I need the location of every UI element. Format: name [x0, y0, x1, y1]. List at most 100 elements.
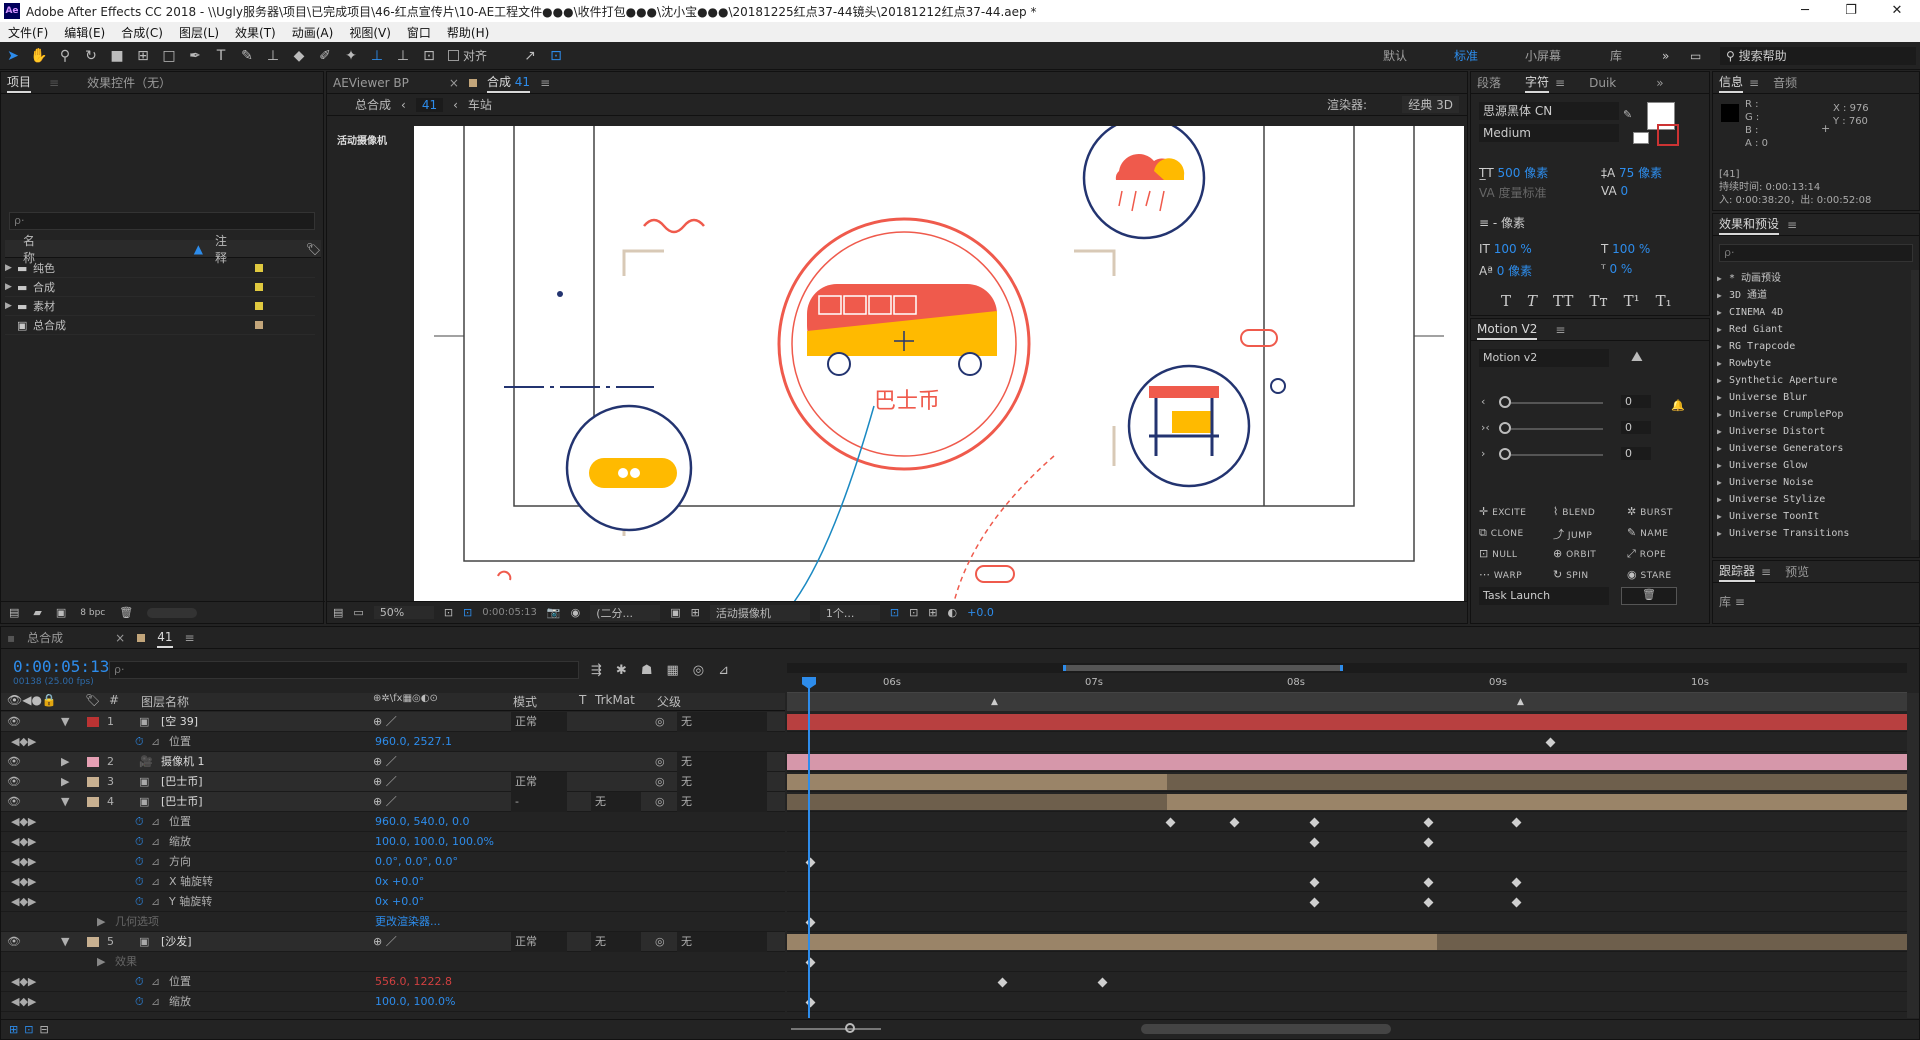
timeline-hscrollbar[interactable]	[1141, 1024, 1391, 1034]
renderer-dropdown[interactable]: 经典 3D	[1402, 96, 1459, 113]
tab-audio[interactable]: 音频	[1773, 74, 1797, 91]
close-tab-icon[interactable]: ×	[449, 76, 459, 90]
pickwhip-icon[interactable]: ◎	[655, 932, 665, 952]
monitor-icon[interactable]: ▭	[353, 606, 363, 619]
property-row[interactable]: ◀◆▶ ⏱ ⊿ X 轴旋转 0x +0.0°	[1, 872, 785, 892]
interpret-footage-icon[interactable]: ▤	[9, 606, 19, 619]
label-swatch[interactable]	[255, 321, 263, 329]
tab-paragraph[interactable]: 段落	[1477, 74, 1501, 91]
effect-category[interactable]: ▶ 3D 通道	[1713, 287, 1913, 304]
menu-item-5[interactable]: 动画(A)	[284, 24, 342, 41]
bell-icon[interactable]: 🔔	[1671, 399, 1685, 412]
in-out-toggle-icon[interactable]: ⊟	[39, 1023, 48, 1036]
layer-name[interactable]: [巴士币]	[161, 772, 203, 792]
track-row[interactable]	[787, 852, 1907, 872]
property-value[interactable]: 0.0°, 0.0°, 0.0°	[375, 852, 458, 872]
superscript-icon[interactable]: T¹	[1624, 292, 1640, 310]
timeline-scrollbar[interactable]	[1907, 693, 1919, 1018]
transparency-grid-icon[interactable]: ⊡	[463, 606, 472, 619]
layer-row[interactable]: 👁 ▼ 5 ▣ [沙发] ⊕ ／ 正常 无 ◎ 无	[1, 932, 785, 952]
keyframe[interactable]	[1229, 817, 1240, 828]
font-style-dropdown[interactable]: Medium	[1479, 124, 1619, 142]
workspace-standard[interactable]: 标准	[1454, 42, 1478, 70]
effect-category[interactable]: ▶ Universe Generators	[1713, 440, 1913, 457]
vertical-scale-value[interactable]: 100 %	[1494, 242, 1532, 256]
task-launch-dropdown[interactable]: Task Launch	[1479, 587, 1609, 605]
visibility-icon[interactable]: 👁	[7, 712, 21, 732]
motion-null-button[interactable]: ⊡ NULL	[1479, 547, 1517, 560]
ease-both-value[interactable]: 0	[1621, 421, 1651, 434]
keyframe[interactable]	[1097, 977, 1108, 988]
hand-tool-icon[interactable]: ✋	[26, 45, 52, 67]
keyframe-navigator-icon[interactable]: ◀◆▶	[11, 852, 36, 872]
shy-switch-icon[interactable]: ⊕ ／	[373, 932, 397, 952]
time-ruler[interactable]: 06s 07s 08s 09s 10s	[787, 675, 1907, 693]
column-parent[interactable]: 父级	[657, 693, 681, 710]
tab-composition[interactable]: 合成 41	[486, 73, 531, 93]
pickwhip-icon[interactable]: ◎	[655, 792, 665, 812]
stopwatch-icon[interactable]: ⏱	[135, 992, 144, 1012]
minimize-icon[interactable]: ─	[1782, 0, 1828, 22]
tab-effects-presets[interactable]: 效果和预设	[1719, 215, 1780, 235]
puppet-tool-icon[interactable]: ✦	[338, 45, 364, 67]
effect-category[interactable]: ▶ Universe Distort	[1713, 423, 1913, 440]
visibility-icon[interactable]: 👁	[7, 752, 21, 772]
keyframe-navigator-icon[interactable]: ◀◆▶	[11, 992, 36, 1012]
label-swatch[interactable]	[255, 283, 263, 291]
breadcrumb-main-comp[interactable]: 总合成	[355, 96, 391, 113]
menu-item-1[interactable]: 编辑(E)	[56, 24, 113, 41]
group-expand-icon[interactable]: ▶	[97, 952, 105, 972]
property-row[interactable]: ◀◆▶ ⏱ ⊿ 位置 960.0, 540.0, 0.0	[1, 812, 785, 832]
small-caps-icon[interactable]: Tᴛ	[1589, 292, 1607, 310]
property-value[interactable]: 100.0, 100.0%	[375, 992, 455, 1012]
track-row[interactable]	[787, 712, 1907, 732]
layer-label-swatch[interactable]	[87, 777, 99, 787]
ease-out-knob[interactable]	[1499, 448, 1511, 460]
effect-category[interactable]: ▶ CINEMA 4D	[1713, 304, 1913, 321]
ease-in-value[interactable]: 0	[1621, 395, 1651, 408]
keyframe[interactable]	[1511, 897, 1522, 908]
comp-mini-flowchart-icon[interactable]: ⇶	[591, 663, 602, 678]
property-value[interactable]: 0x +0.0°	[375, 892, 424, 912]
stroke-color-swatch[interactable]	[1657, 124, 1679, 146]
motion-clone-button[interactable]: ⧉ CLONE	[1479, 526, 1524, 540]
layer-row[interactable]: 👁 ▶ 3 ▣ [巴士币] ⊕ ／ 正常 ◎ 无	[1, 772, 785, 792]
motion-warp-button[interactable]: ⋯ WARP	[1479, 568, 1522, 581]
view-layout-dropdown[interactable]: 1个...	[819, 604, 880, 621]
property-value[interactable]: 0x +0.0°	[375, 872, 424, 892]
draft-3d-icon[interactable]: ⊡	[890, 606, 899, 619]
motion-blur-icon[interactable]: ◎	[693, 663, 704, 678]
time-navigator-range[interactable]	[1063, 665, 1343, 671]
tab-aeviewer[interactable]: AEViewer BP	[333, 76, 409, 90]
keyframe[interactable]	[1309, 817, 1320, 828]
keyframe-navigator-icon[interactable]: ◀◆▶	[11, 872, 36, 892]
workspace-switch-icon[interactable]: ▭	[1690, 42, 1701, 70]
layer-duration-bar[interactable]	[787, 754, 1907, 770]
blend-mode-dropdown[interactable]: 正常	[511, 932, 567, 952]
panel-overflow-icon[interactable]: »	[1656, 76, 1663, 90]
keyframe[interactable]	[1511, 877, 1522, 888]
blend-mode-dropdown[interactable]: -	[511, 792, 567, 812]
bpc-label[interactable]: 8 bpc	[80, 608, 105, 618]
tsume-value[interactable]: 0 %	[1609, 262, 1632, 276]
layer-row[interactable]: 👁 ▶ 2 🎥 摄像机 1 ⊕ ／ ◎ 无	[1, 752, 785, 772]
new-comp-icon[interactable]: ▣	[56, 606, 66, 619]
tab-timeline-41[interactable]: 41	[157, 628, 173, 648]
keyframe[interactable]	[1423, 897, 1434, 908]
workspace-small-screen[interactable]: 小屏幕	[1525, 42, 1561, 70]
tab-info[interactable]: 信息	[1719, 73, 1744, 93]
menu-item-8[interactable]: 帮助(H)	[439, 24, 497, 41]
tab-library[interactable]: 库	[1719, 595, 1731, 609]
zoom-slider-knob[interactable]	[845, 1023, 855, 1033]
motion-stare-button[interactable]: ◉ STARE	[1627, 568, 1672, 581]
ease-in-slider[interactable]	[1503, 402, 1603, 404]
composition-canvas[interactable]: 巴士币	[414, 126, 1464, 602]
snapshot-icon[interactable]: 📷	[547, 606, 561, 619]
motion-name-button[interactable]: ✎ NAME	[1627, 526, 1668, 539]
always-preview-icon[interactable]: ▤	[333, 606, 343, 619]
workspace-library[interactable]: 库	[1610, 42, 1622, 70]
keyframe[interactable]	[1309, 897, 1320, 908]
property-row[interactable]: ◀◆▶ ⏱ ⊿ 缩放 100.0, 100.0%	[1, 992, 785, 1012]
3d-view-dropdown[interactable]: 活动摄像机	[709, 604, 810, 621]
property-value[interactable]: 960.0, 540.0, 0.0	[375, 812, 469, 832]
